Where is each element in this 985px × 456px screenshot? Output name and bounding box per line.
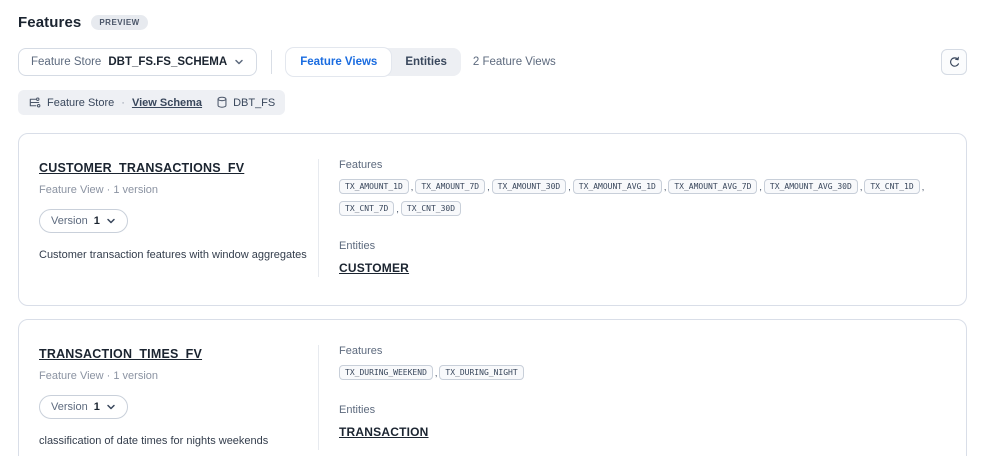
feature-view-link[interactable]: CUSTOMER_TRANSACTIONS_FV [39,161,244,175]
breadcrumb-separator: · [121,97,125,109]
feature-view-description: Customer transaction features with windo… [39,248,312,264]
features-label: Features [339,159,946,171]
entity-link[interactable]: TRANSACTION [339,425,429,439]
feature-chip: TX_CNT_1D [864,179,919,194]
feature-chip: TX_CNT_30D [401,201,461,216]
feature-store-value: DBT_FS.FS_SCHEMA [108,56,227,68]
version-label: Version [51,401,88,413]
refresh-icon [948,56,961,69]
feature-chip: TX_AMOUNT_30D [492,179,567,194]
toolbar-divider [271,50,272,74]
feature-view-card-customer-transactions: CUSTOMER_TRANSACTIONS_FV Feature View · … [18,133,967,306]
chip-separator: , [396,204,399,214]
version-selector[interactable]: Version 1 [39,209,128,233]
tab-entities[interactable]: Entities [391,48,461,76]
feature-view-subtitle: Feature View · 1 version [39,370,312,382]
version-value: 1 [94,215,100,227]
feature-view-link[interactable]: TRANSACTION_TIMES_FV [39,347,202,361]
view-tabs: Feature Views Entities [286,48,461,76]
card-details: Features TX_DURING_WEEKEND,TX_DURING_NIG… [319,345,946,450]
feature-views-count: 2 Feature Views [473,56,556,68]
version-label: Version [51,215,88,227]
feature-chip: TX_AMOUNT_AVG_1D [573,179,662,194]
feature-chip: TX_AMOUNT_AVG_30D [764,179,858,194]
chip-separator: , [759,182,762,192]
chip-separator: , [435,368,438,378]
feature-chip: TX_AMOUNT_AVG_7D [668,179,757,194]
feature-view-description: classification of date times for nights … [39,434,312,450]
chip-separator: , [664,182,667,192]
version-value: 1 [94,401,100,413]
feature-store-selector[interactable]: Feature Store DBT_FS.FS_SCHEMA [18,48,257,76]
database-name: DBT_FS [233,97,275,109]
breadcrumb: Feature Store · View Schema DBT_FS [18,90,285,115]
view-schema-link[interactable]: View Schema [132,97,202,109]
tab-feature-views[interactable]: Feature Views [286,48,391,76]
entity-link[interactable]: CUSTOMER [339,261,409,275]
feature-chip: TX_DURING_NIGHT [439,365,523,380]
page-header: Features PREVIEW [18,14,967,31]
feature-chip: TX_AMOUNT_7D [415,179,485,194]
entities-label: Entities [339,240,946,252]
chevron-down-icon [234,57,244,67]
feature-chip-list: TX_AMOUNT_1D,TX_AMOUNT_7D,TX_AMOUNT_30D,… [339,179,946,216]
feature-view-card-transaction-times: TRANSACTION_TIMES_FV Feature View · 1 ve… [18,319,967,456]
feature-chip: TX_DURING_WEEKEND [339,365,433,380]
chip-separator: , [487,182,490,192]
preview-badge: PREVIEW [91,15,147,30]
toolbar: Feature Store DBT_FS.FS_SCHEMA Feature V… [18,48,967,76]
breadcrumb-store-label: Feature Store [47,97,114,109]
chevron-down-icon [106,402,116,412]
chip-separator: , [568,182,571,192]
database-icon [216,96,228,109]
chip-separator: , [411,182,414,192]
feature-chip: TX_CNT_7D [339,201,394,216]
page-title: Features [18,14,81,31]
feature-chip: TX_AMOUNT_1D [339,179,409,194]
chip-separator: , [922,182,925,192]
features-label: Features [339,345,946,357]
refresh-button[interactable] [941,49,967,75]
entities-label: Entities [339,404,946,416]
breadcrumb-database: DBT_FS [216,96,275,109]
chip-separator: , [860,182,863,192]
card-summary: TRANSACTION_TIMES_FV Feature View · 1 ve… [39,345,319,450]
card-details: Features TX_AMOUNT_1D,TX_AMOUNT_7D,TX_AM… [319,159,946,277]
feature-view-cards: CUSTOMER_TRANSACTIONS_FV Feature View · … [18,133,967,456]
feature-view-subtitle: Feature View · 1 version [39,184,312,196]
feature-chip-list: TX_DURING_WEEKEND,TX_DURING_NIGHT [339,365,946,380]
card-summary: CUSTOMER_TRANSACTIONS_FV Feature View · … [39,159,319,277]
feature-store-schema-icon [28,96,41,109]
features-page: Features PREVIEW Feature Store DBT_FS.FS… [0,0,985,456]
chevron-down-icon [106,216,116,226]
feature-store-label: Feature Store [31,56,101,68]
version-selector[interactable]: Version 1 [39,395,128,419]
